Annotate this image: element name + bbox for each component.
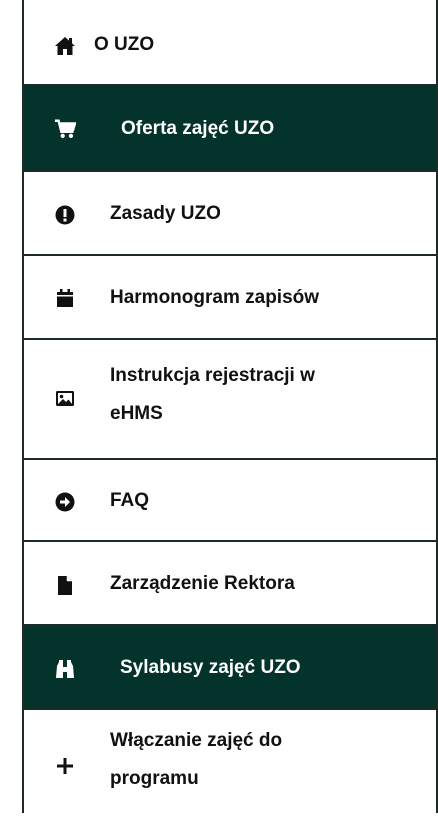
menu-item-zasady-uzo[interactable]: Zasady UZO [24,172,436,256]
menu-item-instrukcja-rejestracji[interactable]: Instrukcja rejestracji w eHMS [24,340,436,460]
sidebar-menu: O UZO Oferta zajęć UZO Zasady UZO Harmon… [0,0,438,813]
menu-item-label: Zarządzenie Rektora [110,573,295,594]
menu-item-label: FAQ [110,490,150,511]
menu-item-label: Zasady UZO [110,203,221,224]
file-icon [54,574,76,596]
home-icon [54,35,76,57]
exclamation-circle-icon [54,204,76,226]
menu-item-label: Harmonogram zapisów [110,287,320,308]
arrow-circle-right-icon [54,491,76,513]
menu-item-o-uzo[interactable]: O UZO [24,0,436,86]
image-icon [54,387,76,409]
menu-item-label: Instrukcja rejestracji w eHMS [110,365,315,424]
menu-item-zarzadzenie-rektora[interactable]: Zarządzenie Rektora [24,542,436,626]
menu-item-oferta-zajec[interactable]: Oferta zajęć UZO [24,86,436,172]
calendar-icon [54,287,76,309]
menu-item-label: Oferta zajęć UZO [121,118,275,139]
menu-item-label: Włączanie zajęć do programu [110,730,283,789]
menu-item-faq[interactable]: FAQ [24,460,436,542]
menu-item-label: Sylabusy zajęć UZO [120,657,301,678]
menu-item-sylabusy-zajec[interactable]: Sylabusy zajęć UZO [24,626,436,710]
plus-icon [54,755,76,777]
menu-item-harmonogram-zapisow[interactable]: Harmonogram zapisów [24,256,436,340]
menu-item-label: O UZO [94,34,155,55]
cart-icon [54,118,76,140]
menu-item-wlaczanie-zajec[interactable]: Włączanie zajęć do programu [24,710,436,820]
binoculars-icon [54,658,76,680]
